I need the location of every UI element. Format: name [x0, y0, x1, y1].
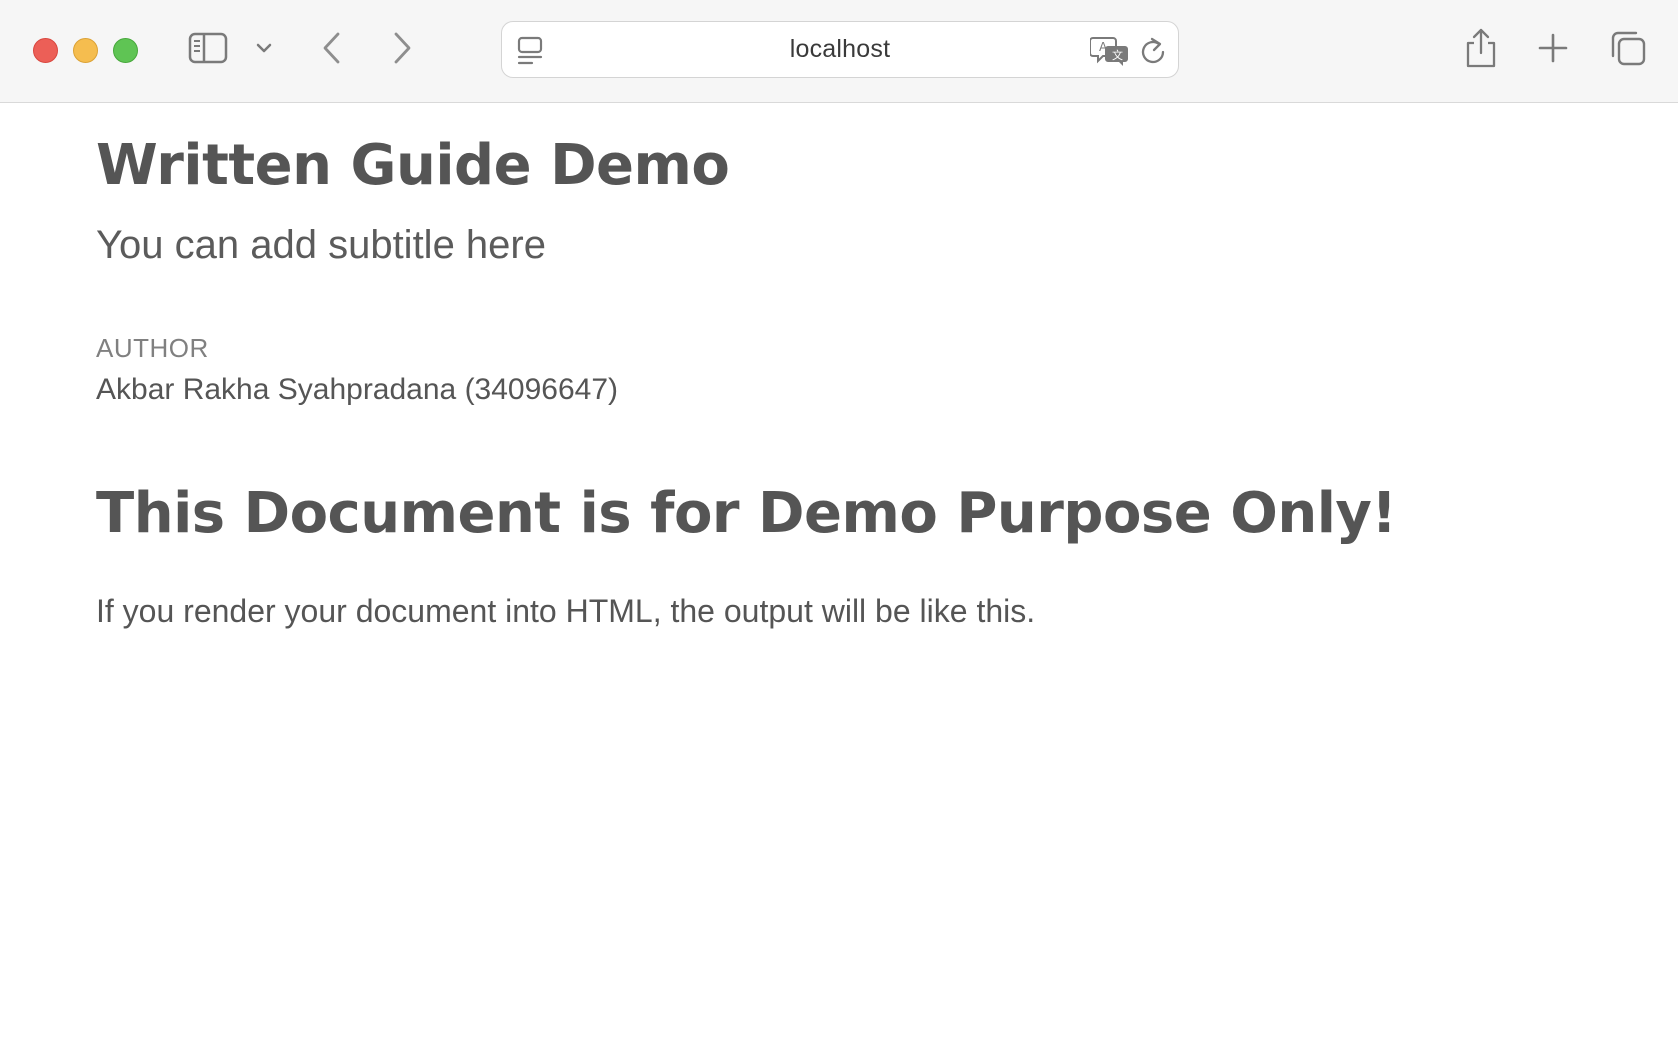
forward-button[interactable]: [386, 28, 418, 68]
window-minimize-button[interactable]: [73, 38, 98, 63]
document-subtitle: You can add subtitle here: [96, 223, 546, 267]
plus-icon: [1538, 33, 1568, 63]
sidebar-icon: [188, 32, 228, 64]
window-maximize-button[interactable]: [113, 38, 138, 63]
translate-icon: A 文: [1089, 37, 1128, 66]
reload-button[interactable]: [1139, 35, 1169, 67]
window-close-button[interactable]: [33, 38, 58, 63]
tab-overview-button[interactable]: [1608, 28, 1648, 68]
chevron-left-icon: [323, 32, 340, 64]
section-heading: This Document is for Demo Purpose Only!: [96, 481, 1397, 546]
url-text[interactable]: localhost: [502, 22, 1178, 77]
svg-text:文: 文: [1112, 48, 1123, 62]
chevron-down-icon: [256, 43, 272, 53]
sidebar-toggle-button[interactable]: [186, 30, 230, 66]
share-button[interactable]: [1462, 26, 1500, 70]
tab-overview-icon: [1611, 31, 1646, 66]
new-tab-button[interactable]: [1535, 30, 1571, 66]
sidebar-menu-button[interactable]: [252, 36, 276, 60]
back-button[interactable]: [316, 28, 348, 68]
address-bar[interactable]: localhost A 文: [501, 21, 1179, 78]
body-paragraph: If you render your document into HTML, t…: [96, 593, 1036, 629]
share-icon: [1466, 28, 1496, 68]
reload-icon: [1141, 37, 1165, 64]
author-name: Akbar Rakha Syahpradana (34096647): [96, 373, 619, 406]
author-label: AUTHOR: [96, 333, 209, 363]
translate-button[interactable]: A 文: [1089, 35, 1130, 67]
document-title: Written Guide Demo: [96, 133, 730, 198]
chevron-right-icon: [394, 32, 411, 64]
browser-toolbar: localhost A 文: [0, 0, 1678, 103]
